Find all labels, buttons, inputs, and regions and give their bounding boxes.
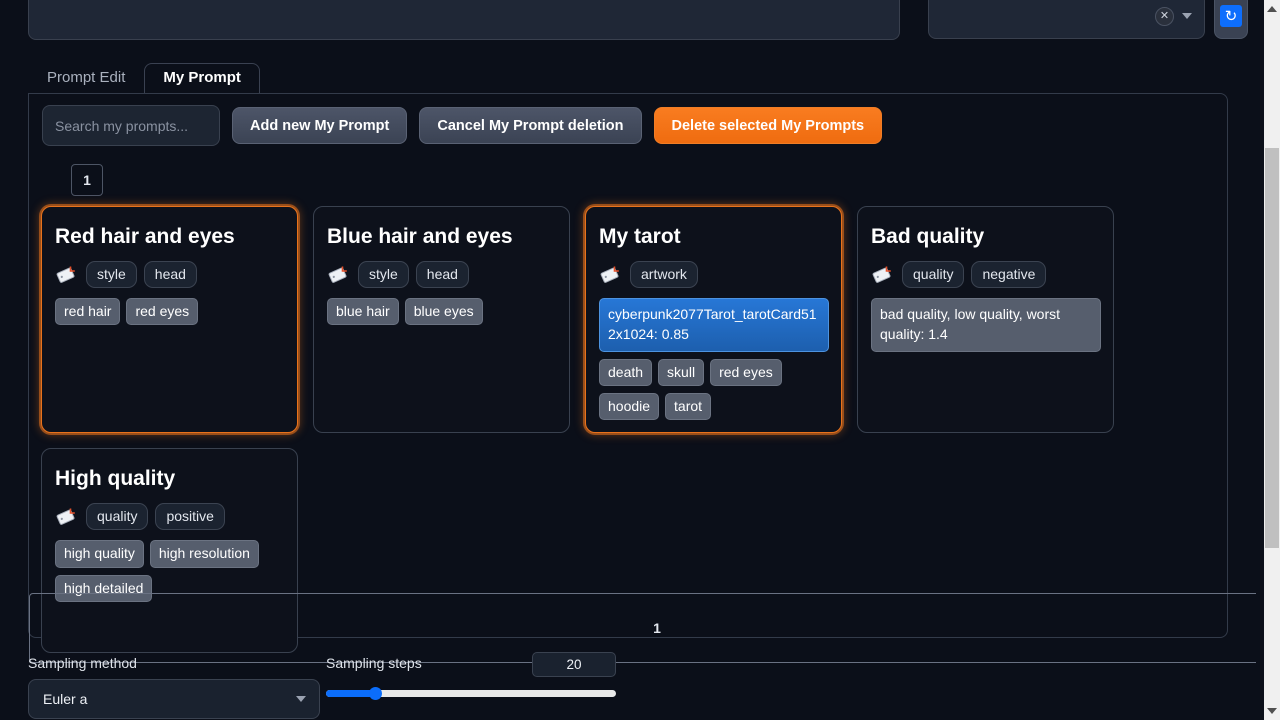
sampling-steps-label: Sampling steps	[326, 655, 422, 671]
prompt-chip[interactable]: red eyes	[126, 298, 199, 326]
category-chip[interactable]: positive	[155, 503, 225, 531]
search-input[interactable]	[42, 105, 220, 146]
sampling-steps-number-input[interactable]: 20	[532, 652, 616, 677]
prompt-card-title: Red hair and eyes	[55, 225, 235, 248]
prompt-chip[interactable]: high quality	[55, 540, 144, 568]
scroll-down-icon[interactable]	[1267, 708, 1277, 714]
tag-icon	[55, 507, 78, 527]
prompt-toolbar: Add new My Prompt Cancel My Prompt delet…	[42, 105, 883, 146]
pagination-page-1-top[interactable]: 1	[71, 164, 103, 196]
slider-thumb[interactable]	[369, 687, 383, 700]
prompt-card-categories: quality positive	[55, 503, 285, 531]
tab-prompt-edit[interactable]: Prompt Edit	[28, 63, 144, 94]
tab-my-prompt[interactable]: My Prompt	[144, 63, 260, 94]
scrollbar-gutter	[1256, 0, 1264, 720]
category-chip[interactable]: artwork	[630, 261, 698, 289]
prompt-card-chips: blue hair blue eyes	[327, 298, 557, 326]
cancel-my-prompt-deletion-button[interactable]: Cancel My Prompt deletion	[419, 107, 642, 144]
prompt-chip[interactable]: skull	[658, 358, 705, 386]
tag-icon	[327, 265, 350, 285]
prompt-card-title: My tarot	[599, 225, 681, 248]
generation-settings: Sampling method Euler a Sampling steps 2…	[0, 650, 1256, 720]
prompt-card-title: Bad quality	[871, 225, 985, 248]
prompt-card-categories: style head	[327, 261, 557, 289]
delete-selected-my-prompts-button[interactable]: Delete selected My Prompts	[653, 107, 883, 144]
prompt-card[interactable]: My tarot artwork cyberpunk2077Tarot_tarotC…	[585, 206, 842, 434]
model-dropdown[interactable]: ✕	[928, 0, 1205, 39]
lora-chip[interactable]: cyberpunk2077Tarot_tarotCard512x1024: 0.…	[599, 298, 829, 352]
category-chip[interactable]: head	[415, 261, 469, 289]
chevron-down-icon[interactable]	[1182, 13, 1192, 19]
category-chip[interactable]: negative	[971, 261, 1047, 289]
prompt-card-title: Blue hair and eyes	[327, 225, 513, 248]
refresh-icon: ↻	[1220, 5, 1242, 27]
prompt-chip[interactable]: red eyes	[710, 358, 782, 386]
category-chip[interactable]: quality	[902, 261, 965, 289]
prompt-chip[interactable]: blue hair	[327, 298, 399, 326]
add-new-my-prompt-button[interactable]: Add new My Prompt	[232, 107, 408, 144]
scroll-up-icon[interactable]	[1267, 6, 1277, 12]
sampling-method-label: Sampling method	[28, 655, 137, 671]
refresh-button[interactable]: ↻	[1214, 0, 1248, 39]
category-chip[interactable]: quality	[86, 503, 149, 531]
scrollbar-thumb[interactable]	[1265, 148, 1279, 548]
prompt-card-title: High quality	[55, 467, 176, 491]
prompt-textarea[interactable]	[28, 0, 900, 40]
category-chip[interactable]: head	[143, 261, 197, 289]
prompt-card-chips: cyberpunk2077Tarot_tarotCard512x1024: 0.…	[599, 298, 829, 421]
top-bar: ✕ ↻	[28, 0, 1250, 44]
category-chip[interactable]: style	[358, 261, 409, 289]
prompt-chip[interactable]: hoodie	[599, 392, 660, 421]
category-chip[interactable]: style	[86, 261, 137, 289]
prompt-card[interactable]: Red hair and eyes style head red hair red ey…	[41, 206, 298, 434]
prompt-chip[interactable]: red hair	[55, 298, 121, 326]
model-selector-group: ✕ ↻	[928, 0, 1248, 39]
sampling-method-group: Sampling method Euler a	[28, 655, 320, 719]
sampling-method-select[interactable]: Euler a	[28, 679, 320, 719]
prompt-chip[interactable]: tarot	[665, 392, 712, 421]
prompt-card-categories: quality negative	[871, 261, 1101, 289]
page-scrollbar[interactable]	[1264, 0, 1280, 720]
prompt-card-chips: bad quality, low quality, worst quality:…	[871, 298, 1101, 352]
prompt-chip[interactable]: bad quality, low quality, worst quality:…	[871, 298, 1101, 352]
sampling-steps-group: Sampling steps 20	[326, 652, 616, 700]
tag-icon	[871, 265, 894, 285]
prompt-card[interactable]: Blue hair and eyes style head blue hair blue…	[313, 206, 570, 434]
clear-icon[interactable]: ✕	[1155, 6, 1174, 26]
slider-fill	[326, 690, 376, 697]
prompt-card[interactable]: Bad quality quality negative bad quality, l…	[857, 206, 1114, 434]
my-prompt-panel: Add new My Prompt Cancel My Prompt delet…	[28, 93, 1280, 663]
tag-icon	[599, 265, 622, 285]
tab-bar: Prompt Edit My Prompt	[28, 62, 1250, 94]
chevron-down-icon[interactable]	[296, 696, 306, 702]
tag-icon	[55, 265, 78, 285]
prompt-card-categories: artwork	[599, 261, 829, 289]
sampling-method-value: Euler a	[43, 691, 88, 707]
prompt-card-categories: style head	[55, 261, 285, 289]
sampling-steps-slider[interactable]	[326, 687, 616, 700]
prompt-chip[interactable]: death	[599, 358, 653, 386]
prompt-chip[interactable]: high resolution	[149, 540, 259, 568]
prompt-chip[interactable]: blue eyes	[404, 298, 483, 326]
prompt-card-chips: red hair red eyes	[55, 298, 285, 326]
prompt-card-grid: Red hair and eyes style head red hair red ey…	[41, 206, 1161, 654]
